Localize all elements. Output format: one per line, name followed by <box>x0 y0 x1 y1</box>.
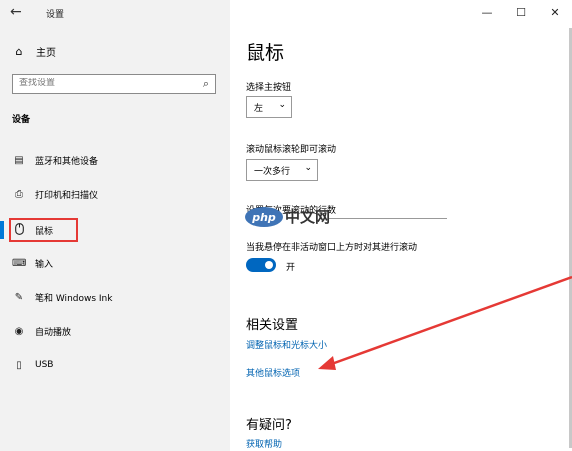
sidebar-item-label: 打印机和扫描仪 <box>35 190 99 201</box>
section-label-devices: 设备 <box>12 115 31 125</box>
search-box[interactable]: ⌕ <box>12 74 216 94</box>
sidebar-item-label: 输入 <box>35 259 54 270</box>
sidebar-item-typing[interactable]: ⌨ 输入 <box>12 254 53 272</box>
main-content: — ☐ ✕ 鼠标 选择主按钮 左 ⌄ 滚动鼠标滚轮即可滚动 一次多行 ⌄ 设置每… <box>230 0 572 451</box>
search-icon[interactable]: ⌕ <box>203 77 209 91</box>
sidebar-item-label: 笔和 Windows Ink <box>35 293 113 304</box>
sidebar-item-label: USB <box>35 360 54 370</box>
titlebar-left: ← 设置 <box>0 0 230 26</box>
home-label: 主页 <box>36 48 56 59</box>
sidebar-item-printers[interactable]: ⎙ 打印机和扫描仪 <box>12 185 98 203</box>
annotation-arrow <box>318 275 572 370</box>
sidebar-item-label: 自动播放 <box>35 327 72 338</box>
home-icon: ⌂ <box>15 45 23 58</box>
bluetooth-devices-icon: ▤ <box>14 154 24 166</box>
pen-icon: ✎ <box>14 291 24 303</box>
printer-icon: ⎙ <box>15 188 23 200</box>
sidebar-item-autoplay[interactable]: ◉ 自动播放 <box>12 322 71 340</box>
sidebar: ← 设置 ⌂ 主页 ⌕ 设备 ▤ 蓝牙和其他设备 ⎙ 打印机和扫描仪 鼠标 ⌨ … <box>0 0 230 451</box>
autoplay-icon: ◉ <box>14 325 24 337</box>
sidebar-item-usb[interactable]: ▯ USB <box>12 356 53 374</box>
sidebar-item-label: 蓝牙和其他设备 <box>35 156 99 167</box>
sidebar-item-pen[interactable]: ✎ 笔和 Windows Ink <box>12 288 113 306</box>
search-input[interactable] <box>19 78 189 88</box>
usb-icon: ▯ <box>16 359 22 371</box>
back-arrow-icon[interactable]: ← <box>10 4 22 20</box>
selected-indicator <box>0 221 4 239</box>
app-title: 设置 <box>46 10 65 20</box>
sidebar-item-bluetooth[interactable]: ▤ 蓝牙和其他设备 <box>12 151 98 169</box>
home-nav-item[interactable]: ⌂ 主页 <box>12 44 57 59</box>
keyboard-icon: ⌨ <box>12 257 27 269</box>
highlight-annotation-box <box>9 218 78 242</box>
